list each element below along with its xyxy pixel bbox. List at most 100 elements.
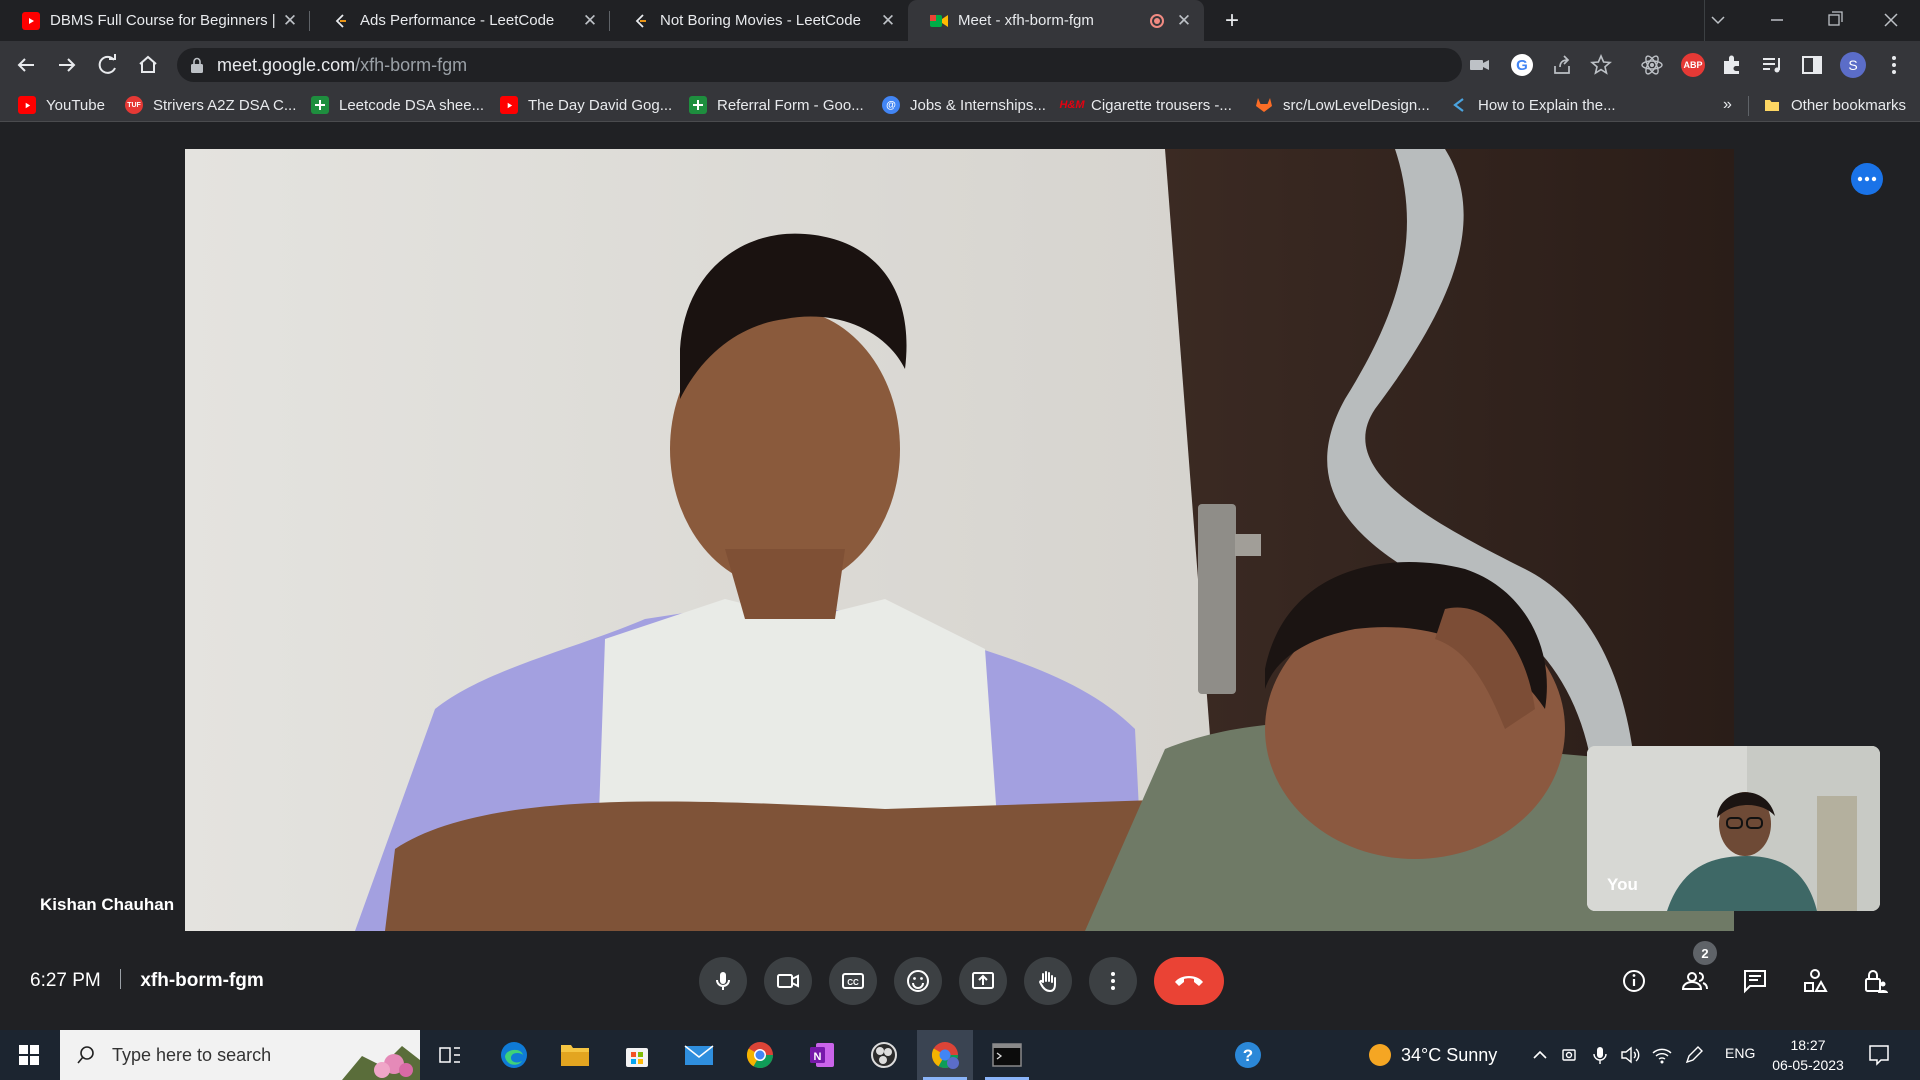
bookmark-star-icon[interactable] bbox=[1590, 53, 1612, 81]
tuf-icon: TUF bbox=[125, 96, 143, 114]
leave-call-button[interactable] bbox=[1154, 957, 1224, 1005]
people-button[interactable]: 2 bbox=[1671, 941, 1719, 1005]
share-icon[interactable] bbox=[1551, 54, 1573, 81]
microphone-tray-icon[interactable] bbox=[1590, 1045, 1610, 1070]
chrome-icon bbox=[746, 1042, 774, 1069]
other-bookmarks[interactable]: Other bookmarks bbox=[1763, 94, 1906, 116]
new-tab-button[interactable]: + bbox=[1218, 8, 1246, 36]
pen-icon[interactable] bbox=[1684, 1045, 1704, 1070]
leetcode-icon bbox=[632, 12, 650, 30]
adblock-plus-icon[interactable]: ABP bbox=[1681, 53, 1705, 77]
taskbar-search-box[interactable]: Type here to search bbox=[60, 1030, 420, 1080]
taskbar-onenote[interactable]: N bbox=[794, 1030, 850, 1080]
microphone-button[interactable] bbox=[699, 957, 747, 1005]
wifi-icon[interactable] bbox=[1651, 1045, 1673, 1070]
meeting-details-button[interactable] bbox=[1610, 957, 1658, 1005]
bookmark-jobs-internships[interactable]: @ Jobs & Internships... bbox=[882, 94, 1046, 116]
taskbar-mail[interactable] bbox=[671, 1030, 727, 1080]
taskbar-obs[interactable] bbox=[856, 1030, 912, 1080]
tab-ads-performance[interactable]: Ads Performance - LeetCode ✕ bbox=[310, 0, 610, 41]
media-control-icon[interactable] bbox=[1760, 53, 1784, 82]
forward-button[interactable] bbox=[53, 51, 81, 79]
task-view-button[interactable] bbox=[422, 1030, 478, 1080]
camera-tray-icon[interactable] bbox=[1560, 1045, 1580, 1070]
url-text: meet.google.com/xfh-borm-fgm bbox=[217, 55, 468, 75]
bookmarks-overflow-button[interactable]: » bbox=[1723, 94, 1732, 116]
self-view-tile[interactable]: You bbox=[1587, 746, 1880, 911]
volume-icon[interactable] bbox=[1620, 1045, 1642, 1070]
bookmark-strivers[interactable]: TUF Strivers A2Z DSA C... bbox=[125, 94, 296, 116]
taskbar-store[interactable] bbox=[609, 1030, 665, 1080]
minimize-button[interactable] bbox=[1757, 0, 1801, 41]
bookmark-david-goggins[interactable]: The Day David Gog... bbox=[500, 94, 672, 116]
reload-button[interactable] bbox=[94, 51, 122, 79]
raise-hand-button[interactable] bbox=[1024, 957, 1072, 1005]
bookmark-cigarette-trousers[interactable]: H&M Cigarette trousers -... bbox=[1059, 94, 1231, 116]
tab-not-boring-movies[interactable]: Not Boring Movies - LeetCode ✕ bbox=[610, 0, 908, 41]
camera-button[interactable] bbox=[764, 957, 812, 1005]
help-icon: ? bbox=[1235, 1042, 1261, 1068]
bookmark-how-to-explain[interactable]: How to Explain the... bbox=[1450, 94, 1616, 116]
captions-button[interactable]: CC bbox=[829, 957, 877, 1005]
start-button[interactable] bbox=[0, 1030, 58, 1080]
home-button[interactable] bbox=[134, 51, 162, 79]
close-tab-icon[interactable]: ✕ bbox=[280, 11, 300, 31]
folder-icon bbox=[1763, 96, 1781, 114]
forward-arrow-icon bbox=[59, 58, 76, 72]
google-lens-icon[interactable]: G bbox=[1511, 54, 1533, 76]
taskbar-edge[interactable] bbox=[486, 1030, 542, 1080]
taskbar-terminal[interactable] bbox=[979, 1030, 1035, 1080]
help-button[interactable]: ? bbox=[1220, 1030, 1276, 1080]
bookmark-referral-form[interactable]: Referral Form - Goo... bbox=[689, 94, 864, 116]
back-button[interactable] bbox=[12, 51, 40, 79]
restore-button[interactable] bbox=[1812, 0, 1856, 41]
chrome-menu-icon[interactable] bbox=[1882, 53, 1906, 82]
extensions-icon[interactable] bbox=[1720, 53, 1744, 82]
chevron-up-icon bbox=[1533, 1050, 1547, 1059]
system-clock[interactable]: 18:27 06-05-2023 bbox=[1768, 1035, 1848, 1075]
closed-captions-icon: CC bbox=[842, 973, 864, 989]
side-panel-icon[interactable] bbox=[1800, 53, 1824, 82]
bookmark-lowleveldesign[interactable]: src/LowLevelDesign... bbox=[1255, 94, 1430, 116]
tab-google-meet[interactable]: Meet - xfh-borm-fgm ✕ bbox=[908, 0, 1204, 41]
meeting-info: 6:27 PM xfh-borm-fgm bbox=[30, 969, 264, 992]
clock-time: 18:27 bbox=[1790, 1037, 1826, 1053]
tab-dbms-course[interactable]: DBMS Full Course for Beginners | ✕ bbox=[0, 0, 310, 41]
tile-options-button[interactable] bbox=[1851, 163, 1883, 195]
notifications-button[interactable] bbox=[1867, 1043, 1891, 1072]
present-screen-button[interactable] bbox=[959, 957, 1007, 1005]
activities-button[interactable] bbox=[1791, 957, 1839, 1005]
obs-icon bbox=[871, 1042, 897, 1068]
video-camera-icon bbox=[777, 974, 799, 988]
notification-center-icon bbox=[1869, 1045, 1889, 1066]
bookmark-leetcode-sheet[interactable]: Leetcode DSA shee... bbox=[311, 94, 484, 116]
globe-icon: @ bbox=[882, 96, 900, 114]
chat-button[interactable] bbox=[1731, 957, 1779, 1005]
address-bar[interactable]: meet.google.com/xfh-borm-fgm G bbox=[177, 48, 1612, 82]
react-devtools-icon[interactable] bbox=[1640, 53, 1664, 82]
main-video-tile[interactable] bbox=[185, 149, 1734, 931]
chat-icon bbox=[1744, 970, 1766, 994]
profile-avatar[interactable]: S bbox=[1840, 52, 1866, 78]
language-indicator[interactable]: ENG bbox=[1725, 1045, 1755, 1061]
bookmark-c-icon bbox=[1450, 96, 1468, 114]
close-tab-icon[interactable]: ✕ bbox=[878, 11, 898, 31]
people-count-badge: 2 bbox=[1693, 941, 1717, 965]
tab-search-button[interactable] bbox=[1705, 0, 1741, 41]
self-view-label: You bbox=[1607, 875, 1638, 894]
reactions-button[interactable] bbox=[894, 957, 942, 1005]
bookmark-youtube[interactable]: YouTube bbox=[18, 94, 105, 116]
taskbar-chrome[interactable] bbox=[732, 1030, 788, 1080]
taskbar-chrome-profile[interactable] bbox=[917, 1030, 973, 1080]
weather-widget[interactable]: 34°C Sunny bbox=[1367, 1030, 1497, 1080]
windows-logo-icon bbox=[19, 1045, 39, 1065]
taskbar-file-explorer[interactable] bbox=[547, 1030, 603, 1080]
host-controls-button[interactable] bbox=[1852, 957, 1900, 1005]
terminal-icon bbox=[992, 1043, 1022, 1067]
close-tab-icon[interactable]: ✕ bbox=[1174, 11, 1194, 31]
close-window-button[interactable] bbox=[1866, 0, 1920, 41]
close-tab-icon[interactable]: ✕ bbox=[580, 11, 600, 31]
show-hidden-icons-button[interactable] bbox=[1530, 1045, 1550, 1070]
camera-in-use-icon[interactable] bbox=[1469, 55, 1491, 80]
more-options-button[interactable] bbox=[1089, 957, 1137, 1005]
